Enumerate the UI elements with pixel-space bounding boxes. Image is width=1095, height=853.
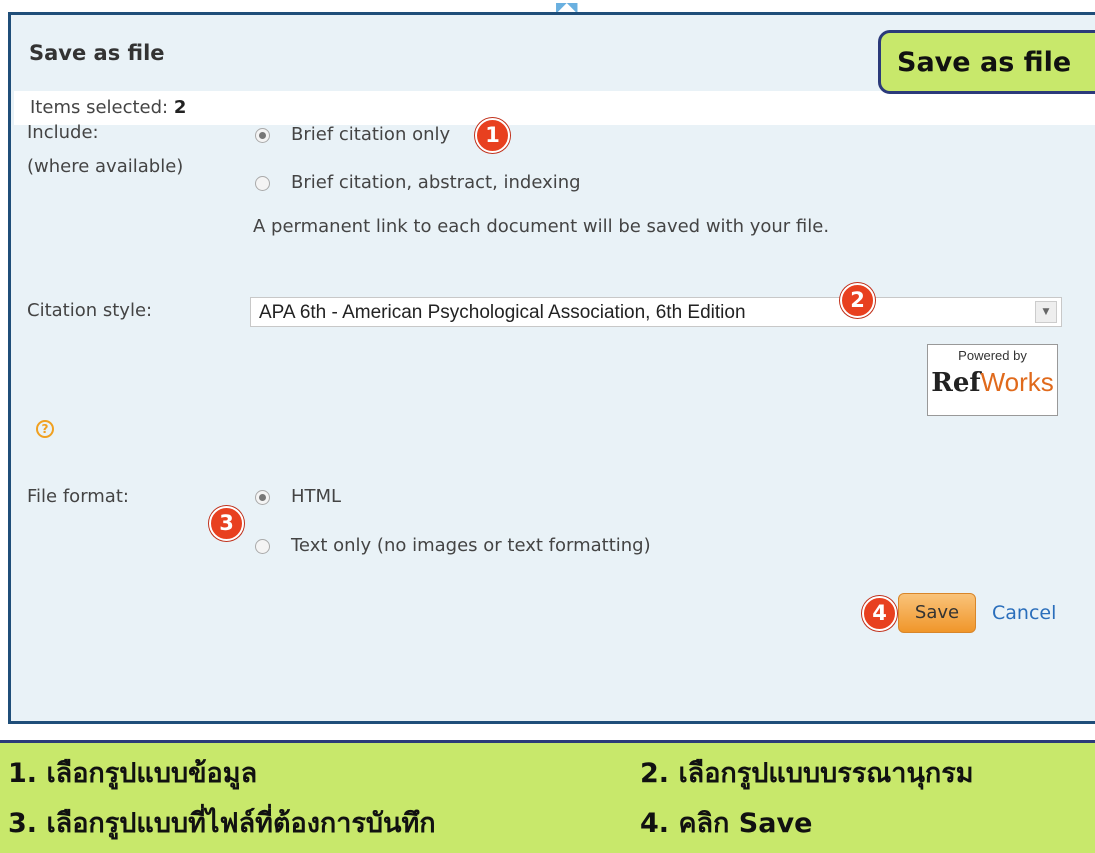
instruction-step-2: 2. เลือกรูปแบบบรรณานุกรม <box>640 758 974 789</box>
callout-box: Save as file <box>878 30 1095 94</box>
instructions-panel: 1. เลือกรูปแบบข้อมูล 2. เลือกรูปแบบบรรณา… <box>0 740 1095 853</box>
instruction-step-3: 3. เลือกรูปแบบที่ไฟล์ที่ต้องการบันทึก <box>8 808 436 839</box>
step-badge-2: 2 <box>840 283 875 318</box>
cancel-link[interactable]: Cancel <box>992 602 1056 624</box>
brief-citation-label[interactable]: Brief citation only <box>291 124 450 145</box>
html-format-radio[interactable] <box>255 490 270 505</box>
items-selected-bar: Items selected: 2 <box>14 91 1095 125</box>
save-button[interactable]: Save <box>898 593 976 633</box>
help-icon[interactable]: ? <box>36 420 54 438</box>
dropdown-arrow-icon[interactable]: ▼ <box>1035 301 1057 323</box>
refworks-ref: Ref <box>931 368 981 398</box>
refworks-powered-by: Powered by <box>958 348 1027 363</box>
brief-abstract-indexing-label[interactable]: Brief citation, abstract, indexing <box>291 172 581 193</box>
citation-style-select[interactable]: APA 6th - American Psychological Associa… <box>250 297 1062 327</box>
citation-style-value: APA 6th - American Psychological Associa… <box>259 302 746 323</box>
html-format-label[interactable]: HTML <box>291 486 341 507</box>
refworks-logo[interactable]: Powered by RefWorks <box>927 344 1058 416</box>
permanent-link-note: A permanent link to each document will b… <box>253 216 830 237</box>
step-badge-1: 1 <box>475 118 510 153</box>
refworks-works: Works <box>980 367 1054 397</box>
dialog-title: Save as file <box>29 41 165 65</box>
items-selected-label: Items selected: <box>30 97 169 118</box>
include-sublabel: (where available) <box>27 156 184 177</box>
cropped-top-graphic: ◤◥ <box>556 0 578 12</box>
step-badge-4: 4 <box>862 596 897 631</box>
items-selected: Items selected: 2 <box>30 97 186 118</box>
instruction-step-1: 1. เลือกรูปแบบข้อมูล <box>8 758 258 789</box>
instruction-step-4: 4. คลิก Save <box>640 808 813 839</box>
refworks-wordmark: RefWorks <box>928 367 1057 398</box>
items-selected-count: 2 <box>173 97 187 118</box>
brief-citation-radio[interactable] <box>255 128 270 143</box>
text-only-format-radio[interactable] <box>255 539 270 554</box>
text-only-format-label[interactable]: Text only (no images or text formatting) <box>291 535 651 556</box>
include-label: Include: <box>27 122 99 143</box>
file-format-label: File format: <box>27 486 129 507</box>
citation-style-label: Citation style: <box>27 300 153 321</box>
brief-abstract-indexing-radio[interactable] <box>255 176 270 191</box>
callout-text: Save as file <box>897 47 1072 78</box>
step-badge-3: 3 <box>209 506 244 541</box>
